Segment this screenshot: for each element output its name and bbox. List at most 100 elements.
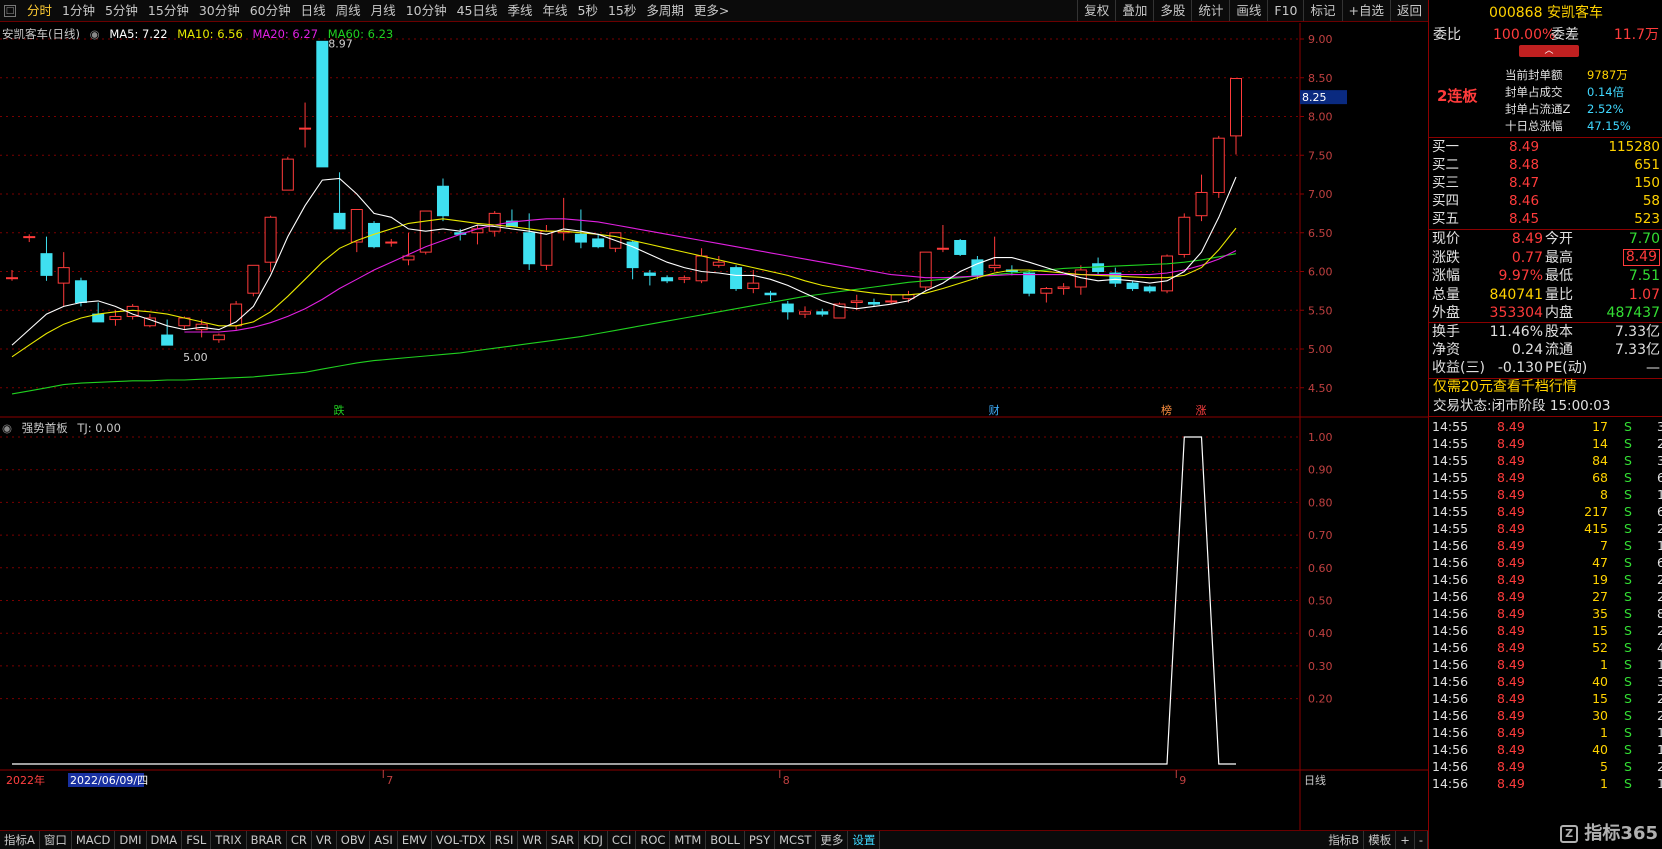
indicator-tab-2[interactable]: MACD	[72, 831, 116, 849]
tool-button-0[interactable]: 复权	[1077, 0, 1115, 21]
indicator-tab-22[interactable]: PSY	[745, 831, 776, 849]
period-tab-2[interactable]: 5分钟	[100, 0, 143, 21]
template-button-2[interactable]: +	[1396, 831, 1415, 849]
tool-button-1[interactable]: 叠加	[1115, 0, 1153, 21]
indicator-tab-21[interactable]: BOLL	[706, 831, 745, 849]
candle[interactable]	[1057, 283, 1070, 295]
indicator-tab-7[interactable]: BRAR	[247, 831, 287, 849]
candle[interactable]	[1195, 174, 1208, 222]
candle[interactable]	[264, 215, 277, 272]
candle[interactable]	[212, 333, 225, 343]
candle[interactable]	[1126, 280, 1139, 291]
collapse-toggle[interactable]: ︿	[1519, 45, 1579, 57]
legend-toggle-icon[interactable]: ◉	[90, 27, 100, 41]
indicator-tab-20[interactable]: MTM	[670, 831, 707, 849]
indicator-tab-13[interactable]: VOL-TDX	[432, 831, 491, 849]
event-marker[interactable]: 跌	[334, 403, 345, 417]
indicator-tab-24[interactable]: 更多	[816, 831, 849, 849]
template-button-3[interactable]: -	[1415, 831, 1428, 849]
candle[interactable]	[92, 302, 105, 323]
event-marker[interactable]: 榜	[1161, 403, 1172, 417]
period-tab-12[interactable]: 年线	[538, 0, 573, 21]
period-tab-6[interactable]: 日线	[296, 0, 331, 21]
tool-button-5[interactable]: F10	[1267, 0, 1303, 21]
indicator-tab-1[interactable]: 窗口	[40, 831, 72, 849]
indicator-tab-12[interactable]: EMV	[398, 831, 432, 849]
event-marker[interactable]: 涨	[1196, 404, 1207, 417]
candle[interactable]	[764, 290, 777, 301]
candle[interactable]	[40, 236, 53, 281]
promo-link[interactable]: 仅需20元查看千档行情	[1429, 378, 1662, 397]
candle[interactable]	[505, 209, 518, 228]
period-tab-11[interactable]: 季线	[503, 0, 538, 21]
period-tab-10[interactable]: 45日线	[452, 0, 503, 21]
period-tab-1[interactable]: 1分钟	[57, 0, 100, 21]
indicator-tab-8[interactable]: CR	[287, 831, 312, 849]
candle[interactable]	[281, 156, 294, 191]
bid-row[interactable]: 买二 8.48 651	[1429, 156, 1662, 175]
tool-button-3[interactable]: 统计	[1191, 0, 1229, 21]
period-tab-8[interactable]: 月线	[366, 0, 401, 21]
candle[interactable]	[695, 248, 708, 284]
period-tab-0[interactable]: 分时	[22, 0, 57, 21]
cycle-label[interactable]: 日线	[1304, 773, 1326, 787]
candle[interactable]	[954, 238, 967, 256]
candle[interactable]	[988, 236, 1001, 272]
candle[interactable]	[1040, 287, 1053, 303]
indicator-tab-4[interactable]: DMA	[147, 831, 183, 849]
candle[interactable]	[1230, 78, 1242, 155]
tool-button-6[interactable]: 标记	[1303, 0, 1341, 21]
period-tab-15[interactable]: 多周期	[641, 0, 689, 21]
indicator-tab-16[interactable]: SAR	[547, 831, 580, 849]
candle[interactable]	[1178, 213, 1191, 258]
candle[interactable]	[316, 40, 329, 168]
template-button-0[interactable]: 指标B	[1324, 831, 1365, 849]
candle[interactable]	[867, 298, 880, 307]
indicator-tab-0[interactable]: 指标A	[0, 831, 40, 849]
candle[interactable]	[1143, 285, 1156, 294]
candle[interactable]	[523, 213, 536, 270]
bid-row[interactable]: 买四 8.46 58	[1429, 192, 1662, 211]
indicator-toggle-icon[interactable]: ◉	[2, 421, 12, 435]
candle[interactable]	[936, 225, 949, 253]
indicator-tab-19[interactable]: ROC	[636, 831, 671, 849]
indicator-tab-5[interactable]: FSL	[182, 831, 212, 849]
template-button-1[interactable]: 模板	[1364, 831, 1397, 849]
candle[interactable]	[730, 265, 743, 291]
indicator-tab-11[interactable]: ASI	[370, 831, 398, 849]
candle[interactable]	[661, 275, 674, 284]
candle[interactable]	[6, 269, 18, 281]
kline-svg[interactable]: 9.00 8.50 8.00 7.50 7.00 6.50 6.00 5.50 5.00 4.50…	[0, 23, 1428, 838]
period-tab-3[interactable]: 15分钟	[143, 0, 194, 21]
candle[interactable]	[1212, 135, 1225, 198]
period-tab-4[interactable]: 30分钟	[194, 0, 245, 21]
indicator-tab-10[interactable]: OBV	[337, 831, 371, 849]
period-tab-16[interactable]: 更多>	[689, 0, 734, 21]
bid-row[interactable]: 买五 8.45 523	[1429, 210, 1662, 229]
candle[interactable]	[350, 209, 363, 253]
period-tab-9[interactable]: 10分钟	[401, 0, 452, 21]
candle[interactable]	[592, 234, 605, 249]
indicator-tab-17[interactable]: KDJ	[579, 831, 608, 849]
candle[interactable]	[747, 269, 760, 294]
indicator-tab-18[interactable]: CCI	[608, 831, 637, 849]
candle[interactable]	[385, 238, 398, 247]
period-tab-13[interactable]: 5秒	[573, 0, 603, 21]
candle[interactable]	[781, 300, 794, 320]
candle[interactable]	[816, 308, 829, 317]
bid-row[interactable]: 买一 8.49 115280	[1429, 138, 1662, 157]
candle[interactable]	[247, 264, 260, 297]
candle[interactable]	[643, 269, 656, 286]
period-tab-7[interactable]: 周线	[331, 0, 366, 21]
candle[interactable]	[799, 306, 812, 318]
candle[interactable]	[885, 294, 898, 305]
indicator-tab-23[interactable]: MCST	[775, 831, 817, 849]
window-square-icon[interactable]: □	[4, 5, 16, 17]
indicator-tab-15[interactable]: WR	[518, 831, 547, 849]
candle[interactable]	[1074, 265, 1087, 295]
candle[interactable]	[712, 256, 725, 268]
period-tab-5[interactable]: 60分钟	[245, 0, 296, 21]
indicator-tab-3[interactable]: DMI	[115, 831, 147, 849]
tool-button-2[interactable]: 多股	[1153, 0, 1191, 21]
candle[interactable]	[919, 251, 932, 291]
